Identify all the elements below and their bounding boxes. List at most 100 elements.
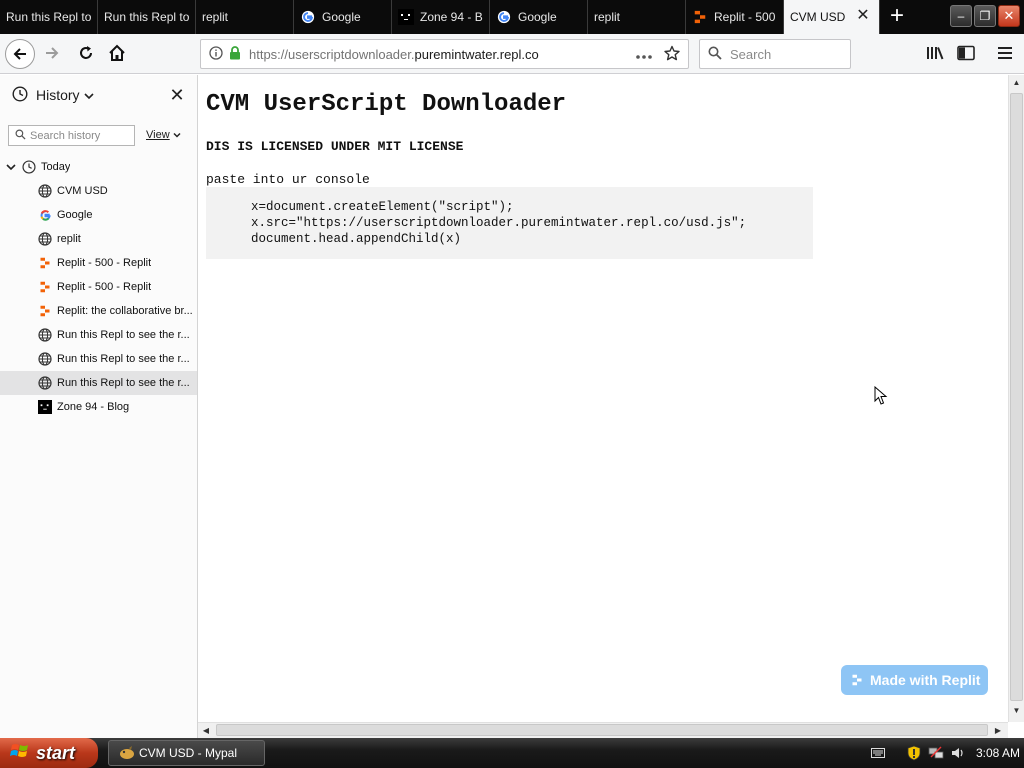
tab-zone94[interactable]: Zone 94 - Bl: [392, 0, 490, 34]
forward-button[interactable]: [38, 40, 66, 68]
scroll-up-arrow-icon[interactable]: ▲: [1009, 75, 1024, 91]
globe-icon: [38, 184, 52, 198]
menu-button[interactable]: [991, 40, 1019, 68]
windows-logo-icon: [10, 741, 30, 766]
history-sidebar: History ✕ View Today CVM USD: [0, 75, 198, 740]
history-search-input[interactable]: [30, 129, 130, 142]
page-content: CVM UserScript Downloader DIS IS LICENSE…: [198, 75, 1008, 722]
tab-cvm-usd[interactable]: CVM USD ✕: [784, 0, 880, 34]
tab-replit-1[interactable]: replit: [196, 0, 294, 34]
close-sidebar-icon[interactable]: ✕: [168, 86, 186, 105]
sidebar-title: History: [36, 87, 80, 103]
url-prefix: https://userscriptdownloader.: [249, 46, 415, 62]
chevron-down-icon[interactable]: [6, 163, 18, 171]
back-button[interactable]: [4, 38, 36, 70]
taskbar-item-mypal[interactable]: CVM USD - Mypal: [108, 740, 265, 766]
bookmark-star-icon[interactable]: [664, 45, 680, 64]
globe-icon: [38, 232, 52, 246]
horizontal-scroll-thumb[interactable]: [216, 724, 988, 736]
globe-icon: [38, 352, 52, 366]
volume-icon[interactable]: [950, 745, 966, 761]
tab-run-this-repl-1[interactable]: Run this Repl to: [0, 0, 98, 34]
clock-icon: [22, 160, 36, 174]
tab-run-this-repl-2[interactable]: Run this Repl to: [98, 0, 196, 34]
tab-label: Google: [322, 10, 361, 24]
instructions-text: paste into ur console: [206, 172, 370, 187]
history-search-box[interactable]: [8, 125, 135, 146]
network-icon[interactable]: [928, 745, 944, 761]
history-item[interactable]: Replit - 500 - Replit: [0, 275, 197, 299]
scroll-down-arrow-icon[interactable]: ▼: [1009, 703, 1024, 719]
history-item[interactable]: replit: [0, 227, 197, 251]
history-item-label: Replit: the collaborative br...: [57, 305, 193, 317]
library-button[interactable]: [921, 40, 949, 68]
taskbar-clock[interactable]: 3:08 AM: [976, 746, 1020, 760]
reload-button[interactable]: [72, 40, 100, 68]
history-item[interactable]: Run this Repl to see the r...: [0, 347, 197, 371]
tab-bar-spacer: [914, 0, 950, 34]
zone94-icon: [38, 400, 52, 414]
badge-label: Made with Replit: [870, 672, 981, 688]
horizontal-scrollbar[interactable]: ◀ ▶: [198, 722, 1008, 738]
minimize-button[interactable]: –: [950, 5, 972, 27]
history-item[interactable]: Run this Repl to see the r...: [0, 323, 197, 347]
start-label: start: [36, 742, 76, 763]
search-input[interactable]: [730, 46, 840, 62]
code-line: document.head.appendChild(x): [251, 232, 462, 246]
security-shield-icon[interactable]: [906, 745, 922, 761]
url-text[interactable]: https://userscriptdownloader.puremintwat…: [249, 47, 636, 62]
home-icon: [108, 44, 126, 65]
license-text: DIS IS LICENSED UNDER MIT LICENSE: [206, 139, 464, 154]
history-item-selected[interactable]: Run this Repl to see the r...: [0, 371, 197, 395]
replit-icon: [851, 674, 863, 686]
start-button[interactable]: start: [0, 738, 98, 768]
vertical-scroll-thumb[interactable]: [1010, 93, 1023, 701]
tab-label: replit: [202, 10, 229, 24]
address-bar[interactable]: https://userscriptdownloader.puremintwat…: [200, 39, 689, 69]
info-icon[interactable]: [209, 45, 223, 63]
history-item[interactable]: Replit - 500 - Replit: [0, 251, 197, 275]
tab-label: Run this Repl to: [104, 10, 189, 24]
tab-bar: Run this Repl to Run this Repl to replit…: [0, 0, 1024, 34]
vertical-scrollbar[interactable]: ▲ ▼: [1008, 75, 1024, 722]
forward-arrow-icon: [44, 45, 60, 64]
new-tab-button[interactable]: +: [880, 0, 914, 34]
history-item-label: Run this Repl to see the r...: [57, 377, 190, 389]
history-item[interactable]: Google: [0, 203, 197, 227]
close-tab-icon[interactable]: ✕: [855, 8, 871, 24]
history-item-label: Run this Repl to see the r...: [57, 353, 190, 365]
mouse-cursor-icon: [874, 385, 888, 406]
home-button[interactable]: [103, 40, 131, 68]
history-item[interactable]: Zone 94 - Blog: [0, 395, 197, 419]
code-block: x=document.createElement("script"); x.sr…: [206, 187, 813, 259]
scroll-left-arrow-icon[interactable]: ◀: [198, 723, 214, 738]
sidebar-toggle-button[interactable]: [952, 40, 980, 68]
clock-icon: [12, 85, 28, 105]
globe-icon: [38, 328, 52, 342]
search-icon: [708, 46, 722, 63]
tab-label: Run this Repl to: [6, 10, 91, 24]
library-icon: [926, 45, 944, 64]
history-item-label: CVM USD: [57, 185, 108, 197]
reload-icon: [78, 45, 94, 64]
tab-replit-500[interactable]: Replit - 500: [686, 0, 784, 34]
keyboard-icon[interactable]: [870, 745, 886, 761]
page-actions-icon[interactable]: [636, 47, 652, 62]
history-item-label: Zone 94 - Blog: [57, 401, 130, 413]
made-with-replit-badge[interactable]: Made with Replit: [841, 665, 988, 695]
code-line: x=document.createElement("script");: [251, 200, 514, 214]
history-group-today[interactable]: Today: [0, 155, 197, 179]
replit-icon: [692, 9, 708, 25]
history-item[interactable]: Replit: the collaborative br...: [0, 299, 197, 323]
tab-google-1[interactable]: Google: [294, 0, 392, 34]
history-item[interactable]: CVM USD: [0, 179, 197, 203]
view-dropdown[interactable]: View: [146, 129, 181, 141]
url-host: puremintwater.repl.co: [414, 46, 539, 62]
search-bar[interactable]: [699, 39, 851, 69]
tab-google-2[interactable]: Google: [490, 0, 588, 34]
close-window-button[interactable]: ✕: [998, 5, 1020, 27]
scroll-right-arrow-icon[interactable]: ▶: [990, 723, 1006, 738]
tab-replit-2[interactable]: replit: [588, 0, 686, 34]
restore-button[interactable]: ❐: [974, 5, 996, 27]
secure-lock-icon[interactable]: [229, 45, 241, 63]
